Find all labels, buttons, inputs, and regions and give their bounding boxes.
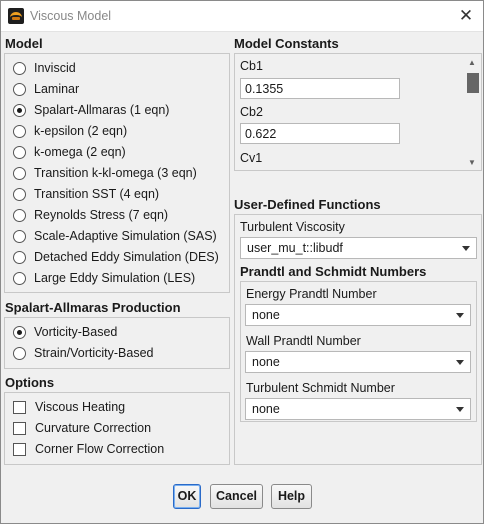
energy-prandtl-dropdown[interactable]: none — [245, 304, 471, 326]
options-section-title: Options — [5, 375, 55, 390]
radio-button[interactable] — [13, 145, 26, 159]
radio-button[interactable] — [13, 61, 26, 75]
checkbox-curvature-correction[interactable]: Curvature Correction — [13, 418, 151, 438]
scroll-thumb[interactable] — [467, 73, 479, 93]
radio-label: Transition SST (4 eqn) — [34, 187, 160, 201]
production-radio-group: Vorticity-Based Strain/Vorticity-Based — [4, 317, 230, 369]
constant-label-cv1: Cv1 — [240, 151, 263, 165]
radio-label: k-omega (2 eqn) — [34, 145, 126, 159]
dropdown-value: none — [252, 308, 280, 322]
model-section-title: Model — [5, 36, 43, 51]
radio-label: Vorticity-Based — [34, 325, 118, 339]
wall-prandtl-dropdown[interactable]: none — [245, 351, 471, 373]
turbulent-schmidt-label: Turbulent Schmidt Number — [246, 381, 395, 395]
constant-label-cb2: Cb2 — [240, 105, 263, 119]
constant-label-cb1: Cb1 — [240, 59, 263, 73]
help-button[interactable]: Help — [271, 484, 312, 509]
radio-transition-k-kl-omega[interactable]: Transition k-kl-omega (3 eqn) — [13, 163, 197, 183]
radio-button-selected[interactable] — [13, 325, 26, 339]
chevron-down-icon — [456, 407, 464, 412]
radio-button[interactable] — [13, 124, 26, 138]
radio-laminar[interactable]: Laminar — [13, 79, 79, 99]
radio-label: Laminar — [34, 82, 80, 96]
scroll-down-icon[interactable]: ▼ — [464, 155, 480, 170]
viscous-model-dialog: Viscous Model ✕ Model Inviscid Laminar S… — [0, 0, 484, 524]
ok-button[interactable]: OK — [173, 484, 201, 509]
dropdown-value: none — [252, 355, 280, 369]
radio-inviscid[interactable]: Inviscid — [13, 58, 76, 78]
radio-button[interactable] — [13, 250, 26, 264]
checkbox-corner-flow-correction[interactable]: Corner Flow Correction — [13, 439, 164, 459]
radio-label: Inviscid — [34, 61, 76, 75]
app-icon — [8, 8, 24, 24]
radio-button[interactable] — [13, 82, 26, 96]
radio-button[interactable] — [13, 166, 26, 180]
radio-button[interactable] — [13, 187, 26, 201]
title-bar: Viscous Model ✕ — [1, 1, 483, 32]
radio-label: Large Eddy Simulation (LES) — [34, 271, 196, 285]
radio-reynolds-stress[interactable]: Reynolds Stress (7 eqn) — [13, 205, 168, 225]
window-title: Viscous Model — [30, 9, 112, 23]
prandtl-section-title: Prandtl and Schmidt Numbers — [240, 264, 427, 279]
cb1-input[interactable] — [240, 78, 400, 99]
radio-label: Strain/Vorticity-Based — [34, 346, 154, 360]
radio-button[interactable] — [13, 271, 26, 285]
turbulent-viscosity-dropdown[interactable]: user_mu_t::libudf — [240, 237, 477, 259]
chevron-down-icon — [462, 246, 470, 251]
checkbox[interactable] — [13, 400, 26, 414]
close-icon[interactable]: ✕ — [455, 5, 477, 27]
production-section-title: Spalart-Allmaras Production — [5, 300, 181, 315]
radio-button[interactable] — [13, 346, 26, 360]
prandtl-panel: Energy Prandtl Number none Wall Prandtl … — [240, 281, 477, 422]
radio-label: Spalart-Allmaras (1 eqn) — [34, 103, 170, 117]
constants-section-title: Model Constants — [234, 36, 339, 51]
cancel-button[interactable]: Cancel — [210, 484, 263, 509]
chevron-down-icon — [456, 360, 464, 365]
radio-des[interactable]: Detached Eddy Simulation (DES) — [13, 247, 219, 267]
constants-scrollbar[interactable]: ▲ ▼ — [464, 55, 480, 170]
checkbox-label: Corner Flow Correction — [35, 442, 165, 456]
radio-sas[interactable]: Scale-Adaptive Simulation (SAS) — [13, 226, 217, 246]
radio-les[interactable]: Large Eddy Simulation (LES) — [13, 268, 195, 288]
radio-button[interactable] — [13, 208, 26, 222]
radio-transition-sst[interactable]: Transition SST (4 eqn) — [13, 184, 159, 204]
energy-prandtl-label: Energy Prandtl Number — [246, 287, 377, 301]
turbulent-viscosity-label: Turbulent Viscosity — [240, 220, 345, 234]
radio-label: Detached Eddy Simulation (DES) — [34, 250, 219, 264]
dropdown-value: user_mu_t::libudf — [247, 241, 343, 255]
checkbox-label: Viscous Heating — [35, 400, 126, 414]
radio-spalart-allmaras[interactable]: Spalart-Allmaras (1 eqn) — [13, 100, 169, 120]
radio-k-omega[interactable]: k-omega (2 eqn) — [13, 142, 126, 162]
wall-prandtl-label: Wall Prandtl Number — [246, 334, 361, 348]
model-radio-group: Inviscid Laminar Spalart-Allmaras (1 eqn… — [4, 53, 230, 293]
radio-vorticity-based[interactable]: Vorticity-Based — [13, 322, 117, 342]
radio-label: Reynolds Stress (7 eqn) — [34, 208, 169, 222]
udf-section-title: User-Defined Functions — [234, 197, 381, 212]
checkbox-viscous-heating[interactable]: Viscous Heating — [13, 397, 125, 417]
checkbox-label: Curvature Correction — [35, 421, 152, 435]
constants-scroll-panel[interactable]: Cb1 Cb2 Cv1 ▲ ▼ — [234, 53, 482, 171]
checkbox[interactable] — [13, 442, 26, 456]
radio-strain-vorticity-based[interactable]: Strain/Vorticity-Based — [13, 343, 154, 363]
turbulent-schmidt-dropdown[interactable]: none — [245, 398, 471, 420]
radio-label: k-epsilon (2 eqn) — [34, 124, 128, 138]
radio-button-selected[interactable] — [13, 103, 26, 117]
scroll-up-icon[interactable]: ▲ — [464, 55, 480, 71]
radio-button[interactable] — [13, 229, 26, 243]
options-checkbox-group: Viscous Heating Curvature Correction Cor… — [4, 392, 230, 465]
dropdown-value: none — [252, 402, 280, 416]
chevron-down-icon — [456, 313, 464, 318]
udf-panel: Turbulent Viscosity user_mu_t::libudf Pr… — [234, 214, 482, 465]
radio-label: Scale-Adaptive Simulation (SAS) — [34, 229, 217, 243]
radio-k-epsilon[interactable]: k-epsilon (2 eqn) — [13, 121, 127, 141]
radio-label: Transition k-kl-omega (3 eqn) — [34, 166, 197, 180]
checkbox[interactable] — [13, 421, 26, 435]
cb2-input[interactable] — [240, 123, 400, 144]
